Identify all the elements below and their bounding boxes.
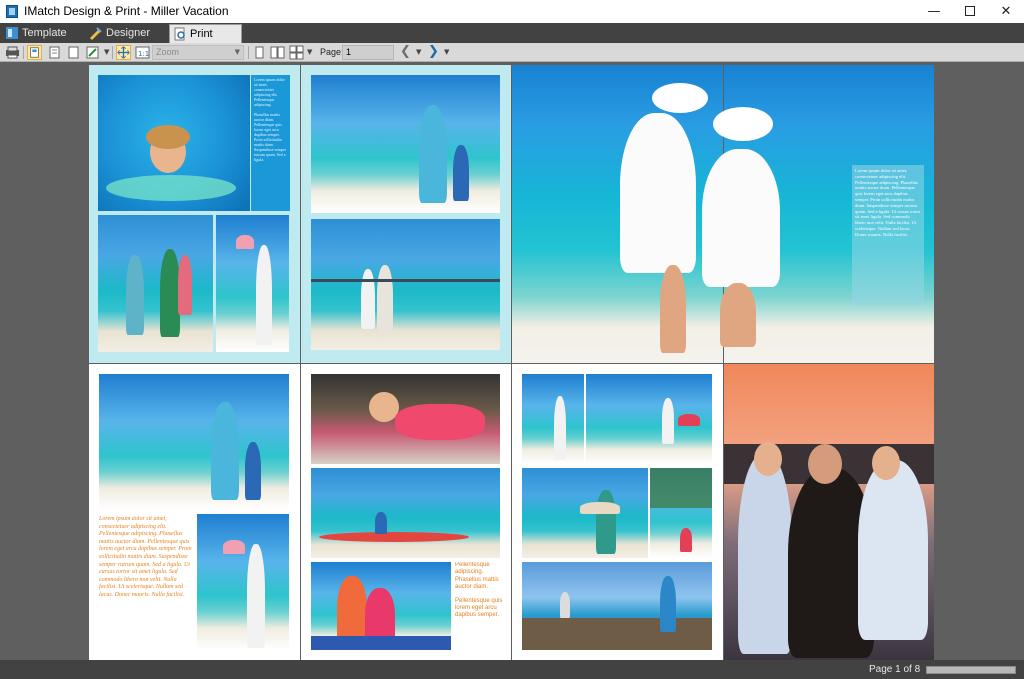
photo-mother-and-daughter-sitting: [311, 562, 451, 650]
designer-icon: [90, 27, 102, 40]
page-2: [301, 65, 511, 363]
page-7: [724, 364, 934, 660]
app-icon: [6, 5, 18, 18]
previous-dropdown-arrow[interactable]: ▼: [416, 48, 421, 56]
printer-icon[interactable]: [5, 45, 20, 60]
photo-girl-in-hammock: [311, 374, 500, 464]
girl-in-blue-dress: [738, 454, 792, 654]
photo-girl-on-dock: [522, 562, 712, 650]
page-5: Pellentesque adipiscing. Phasellus matti…: [301, 364, 511, 660]
photo-family-under-palms: [650, 468, 712, 558]
view-dropdown-arrow[interactable]: ▼: [307, 48, 312, 56]
view-tabs: Template View Designer View Print Previe…: [0, 23, 1024, 58]
previous-page-icon[interactable]: ❮: [400, 44, 411, 59]
app-window: IMatch Design & Print - Miller Vacation …: [0, 0, 1024, 679]
photo-family-on-beach: [98, 215, 213, 352]
tab-print-preview[interactable]: Print Preview: [169, 24, 242, 58]
page-setup-icon[interactable]: [27, 45, 42, 60]
maximize-button[interactable]: [952, 0, 988, 23]
caption-a: Pellentesque adipiscing. Phasellus matti…: [455, 562, 499, 591]
multi-page-view-icon[interactable]: [289, 45, 304, 60]
photo-mother-carrying-daughter: [522, 468, 648, 558]
photo-girl-lifting-child: [197, 514, 289, 650]
photo-mother-and-son-walking: [311, 75, 500, 213]
toolbar-separator: [23, 46, 24, 59]
girl-in-white-dress: [620, 113, 696, 273]
text-block: Lorem ipsum dolor sit amet, consectetuer…: [251, 75, 290, 211]
sun-hat: [713, 107, 773, 141]
zoom-select[interactable]: Zoom ▼: [152, 45, 244, 60]
photo-girl-with-child-on-beach: [586, 374, 712, 464]
export-icon[interactable]: [85, 45, 100, 60]
text-block: Lorem ipsum dolor sit amet, consectetuer…: [99, 516, 194, 598]
page-4: Lorem ipsum dolor sit amet, consectetuer…: [89, 364, 300, 660]
photo-family-on-pier-beach: [311, 219, 500, 350]
template-icon: [6, 27, 18, 39]
status-bar: Page 1 of 8: [0, 660, 1024, 679]
window-title: IMatch Design & Print - Miller Vacation: [24, 4, 229, 18]
photo-girl-in-pool: [98, 75, 250, 211]
progress-bar: [926, 666, 1016, 674]
text-block: Lorem ipsum dolor sit amet, consectetuer…: [852, 165, 924, 305]
photo-girl-lifting-child: [216, 215, 289, 352]
girl-in-white-dress: [702, 149, 780, 287]
photo-mother-and-son-walking: [99, 374, 289, 510]
title-bar: IMatch Design & Print - Miller Vacation …: [0, 0, 1024, 23]
page-3-spread: Lorem ipsum dolor sit amet, consectetuer…: [512, 65, 934, 363]
print-preview-icon: [174, 27, 185, 41]
photo-girl-lifting-child: [522, 374, 584, 464]
minimize-button[interactable]: —: [916, 0, 952, 23]
tab-template-view[interactable]: Template View: [2, 24, 84, 57]
chevron-down-icon: ▼: [234, 48, 240, 56]
export-dropdown-arrow[interactable]: ▼: [104, 48, 109, 56]
actual-size-icon[interactable]: 1:1: [135, 45, 150, 60]
svg-text:1:1: 1:1: [138, 50, 149, 58]
text-block: Pellentesque adipiscing. Phasellus matti…: [455, 562, 505, 650]
page-info: Page 1 of 8: [869, 664, 921, 675]
photo-child-on-surfboard: [311, 468, 500, 558]
next-page-icon[interactable]: ❯: [428, 44, 439, 59]
toolbar: ▼ 1:1 Zoom ▼ ▼ Page: 1 ❮ ▼ ❯ ▼: [0, 43, 1024, 62]
girl-in-white-dress: [858, 460, 928, 640]
caption-b: Pellentesque quis lorem eget arcu dapibu…: [455, 597, 503, 619]
toolbar-separator: [112, 46, 113, 59]
single-page-icon[interactable]: [47, 45, 62, 60]
page-number-input[interactable]: 1: [342, 45, 394, 60]
page-1: Lorem ipsum dolor sit amet, consectetuer…: [89, 65, 300, 363]
close-button[interactable]: ✕: [988, 0, 1024, 23]
maximize-icon: [965, 6, 975, 16]
page-label: Page:: [320, 47, 344, 57]
zoom-placeholder: Zoom: [156, 47, 180, 57]
next-dropdown-arrow[interactable]: ▼: [444, 48, 449, 56]
sun-hat: [652, 83, 708, 113]
blank-page-icon[interactable]: [66, 45, 81, 60]
fit-page-icon[interactable]: [116, 45, 131, 60]
single-page-view-icon[interactable]: [252, 45, 267, 60]
preview-canvas[interactable]: Lorem ipsum dolor sit amet, consectetuer…: [0, 62, 1024, 660]
two-page-view-icon[interactable]: [270, 45, 285, 60]
page-6: [512, 364, 723, 660]
tab-designer-view[interactable]: Designer View: [86, 24, 166, 57]
toolbar-separator: [248, 46, 249, 59]
